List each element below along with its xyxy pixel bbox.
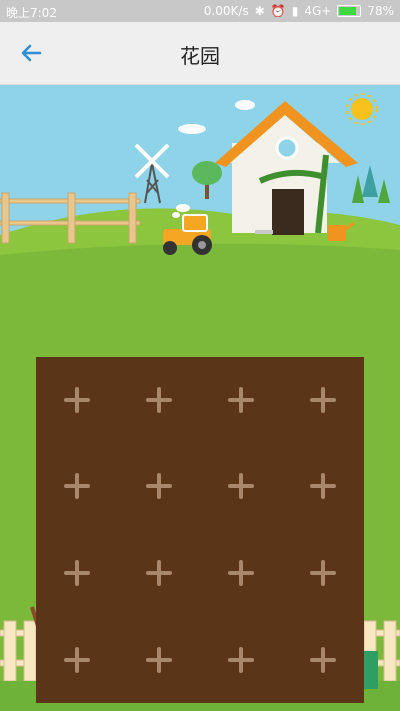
signal-icon: ▮ xyxy=(291,4,299,18)
garden-scene xyxy=(0,85,400,711)
plus-icon[interactable] xyxy=(310,387,336,413)
plus-icon[interactable] xyxy=(64,647,90,673)
plus-icon[interactable] xyxy=(310,647,336,673)
navigation-bar: 花园 xyxy=(0,22,400,85)
plus-icon[interactable] xyxy=(146,647,172,673)
plus-icon[interactable] xyxy=(64,387,90,413)
battery-level: 78% xyxy=(367,4,394,18)
status-bar: 晚上7:02 0.00K/s ✱ ⏰ ▮ 4G+ 78% xyxy=(0,0,400,22)
plus-icon[interactable] xyxy=(146,560,172,586)
plus-icon[interactable] xyxy=(228,560,254,586)
status-time: 晚上7:02 xyxy=(6,6,57,20)
bluetooth-icon: ✱ xyxy=(254,4,265,18)
plus-icon[interactable] xyxy=(228,473,254,499)
plus-icon[interactable] xyxy=(146,387,172,413)
plus-icon[interactable] xyxy=(310,473,336,499)
status-right: 0.00K/s ✱ ⏰ ▮ 4G+ 78% xyxy=(204,4,394,18)
plus-icon[interactable] xyxy=(228,647,254,673)
plus-icon[interactable] xyxy=(146,473,172,499)
plus-icon[interactable] xyxy=(64,473,90,499)
garden-plot xyxy=(36,357,364,703)
network-type: 4G+ xyxy=(304,4,332,18)
plus-icon[interactable] xyxy=(310,560,336,586)
network-speed: 0.00K/s xyxy=(203,4,249,18)
page-title: 花园 xyxy=(180,44,220,68)
battery-icon xyxy=(337,5,362,17)
plus-icon[interactable] xyxy=(64,560,90,586)
alarm-icon: ⏰ xyxy=(270,4,286,18)
plus-icon[interactable] xyxy=(228,387,254,413)
